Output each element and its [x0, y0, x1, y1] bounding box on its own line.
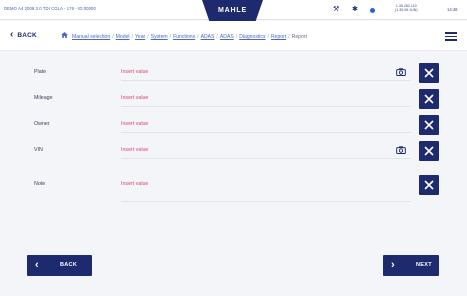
close-icon — [424, 180, 434, 190]
next-button[interactable]: › NEXT — [383, 255, 439, 276]
breadcrumb-functions[interactable]: Functions — [173, 34, 195, 40]
back-button-label: BACK — [60, 262, 78, 268]
coordinates-line-2: (1.35.96.1UN) — [395, 8, 418, 13]
breadcrumb-diagnostics[interactable]: Diagnostics — [239, 34, 265, 40]
owner-label: Owner — [34, 121, 50, 127]
form-row-note: Note Insert value — [0, 175, 467, 202]
breadcrumb-separator: / — [216, 34, 218, 40]
back-button-top[interactable]: ‹ BACK — [10, 29, 37, 41]
breadcrumb-separator: / — [288, 34, 290, 40]
close-icon — [424, 120, 434, 130]
breadcrumb-model[interactable]: Model — [116, 34, 130, 40]
breadcrumb-separator: / — [235, 34, 238, 40]
breadcrumb-separator: / — [147, 34, 149, 40]
next-button-label: NEXT — [416, 262, 432, 268]
status-dot-icon — [370, 8, 375, 13]
clock: 14:46 — [447, 7, 458, 12]
breadcrumb-separator: / — [267, 34, 269, 40]
vin-input[interactable]: Insert value — [121, 147, 411, 159]
breadcrumb-separator: / — [131, 34, 133, 40]
plate-input[interactable]: Insert value — [121, 69, 411, 81]
form-row-owner: Owner Insert value — [0, 115, 467, 137]
breadcrumb-report-link[interactable]: Report — [271, 34, 286, 40]
breadcrumb-system[interactable]: System — [151, 34, 168, 40]
top-status-bar: DEMO A4 2009 3.0 TDI CGLA - 176 - ID:000… — [0, 0, 467, 21]
mileage-input[interactable]: Insert value — [121, 95, 411, 107]
back-label: BACK — [17, 31, 37, 39]
close-icon — [424, 146, 434, 156]
clear-mileage-button[interactable] — [419, 89, 439, 109]
tool-icon: ⚒ — [333, 6, 340, 13]
navigation-bar: ‹ BACK Manual selection / Model / Year /… — [0, 21, 467, 51]
network-coordinates: 1.35.282.119 (1.35.96.1UN) — [395, 4, 418, 13]
breadcrumb-year[interactable]: Year — [135, 34, 145, 40]
form-row-plate: Plate Insert value — [0, 63, 467, 85]
home-icon[interactable] — [61, 32, 68, 38]
brand-logo: MAHLE — [202, 0, 263, 21]
camera-icon[interactable] — [396, 146, 406, 154]
chevron-left-icon: ‹ — [35, 259, 39, 271]
owner-input[interactable]: Insert value — [121, 121, 411, 133]
breadcrumb-separator: / — [197, 34, 199, 40]
close-icon — [424, 94, 434, 104]
breadcrumb-separator: / — [169, 34, 172, 40]
close-icon — [424, 68, 434, 78]
mileage-label: Mileage — [34, 95, 53, 101]
breadcrumb: Manual selection / Model / Year / System… — [72, 33, 307, 41]
chevron-right-icon: › — [391, 259, 395, 271]
chevron-left-icon: ‹ — [10, 29, 14, 40]
bluetooth-icon: ✱ — [352, 6, 358, 13]
clear-owner-button[interactable] — [419, 115, 439, 135]
breadcrumb-adas-2[interactable]: ADAS — [220, 34, 234, 40]
breadcrumb-separator: / — [112, 34, 114, 40]
menu-icon[interactable] — [445, 32, 457, 41]
form-row-mileage: Mileage Insert value — [0, 89, 467, 111]
camera-icon[interactable] — [396, 68, 406, 76]
form-row-vin: VIN Insert value — [0, 141, 467, 163]
clear-plate-button[interactable] — [419, 63, 439, 83]
clear-vin-button[interactable] — [419, 141, 439, 161]
breadcrumb-report-current: Report — [291, 34, 307, 40]
breadcrumb-adas[interactable]: ADAS — [201, 34, 215, 40]
back-button[interactable]: ‹ BACK — [27, 255, 92, 276]
clear-note-button[interactable] — [419, 175, 439, 195]
breadcrumb-manual-selection[interactable]: Manual selection — [72, 34, 110, 40]
plate-label: Plate — [34, 69, 47, 75]
vehicle-info: DEMO A4 2009 3.0 TDI CGLA - 176 - ID:000… — [4, 6, 96, 11]
vin-label: VIN — [34, 147, 43, 153]
note-input[interactable]: Insert value — [121, 181, 411, 202]
note-label: Note — [34, 181, 46, 187]
brand-name: MAHLE — [218, 7, 247, 14]
